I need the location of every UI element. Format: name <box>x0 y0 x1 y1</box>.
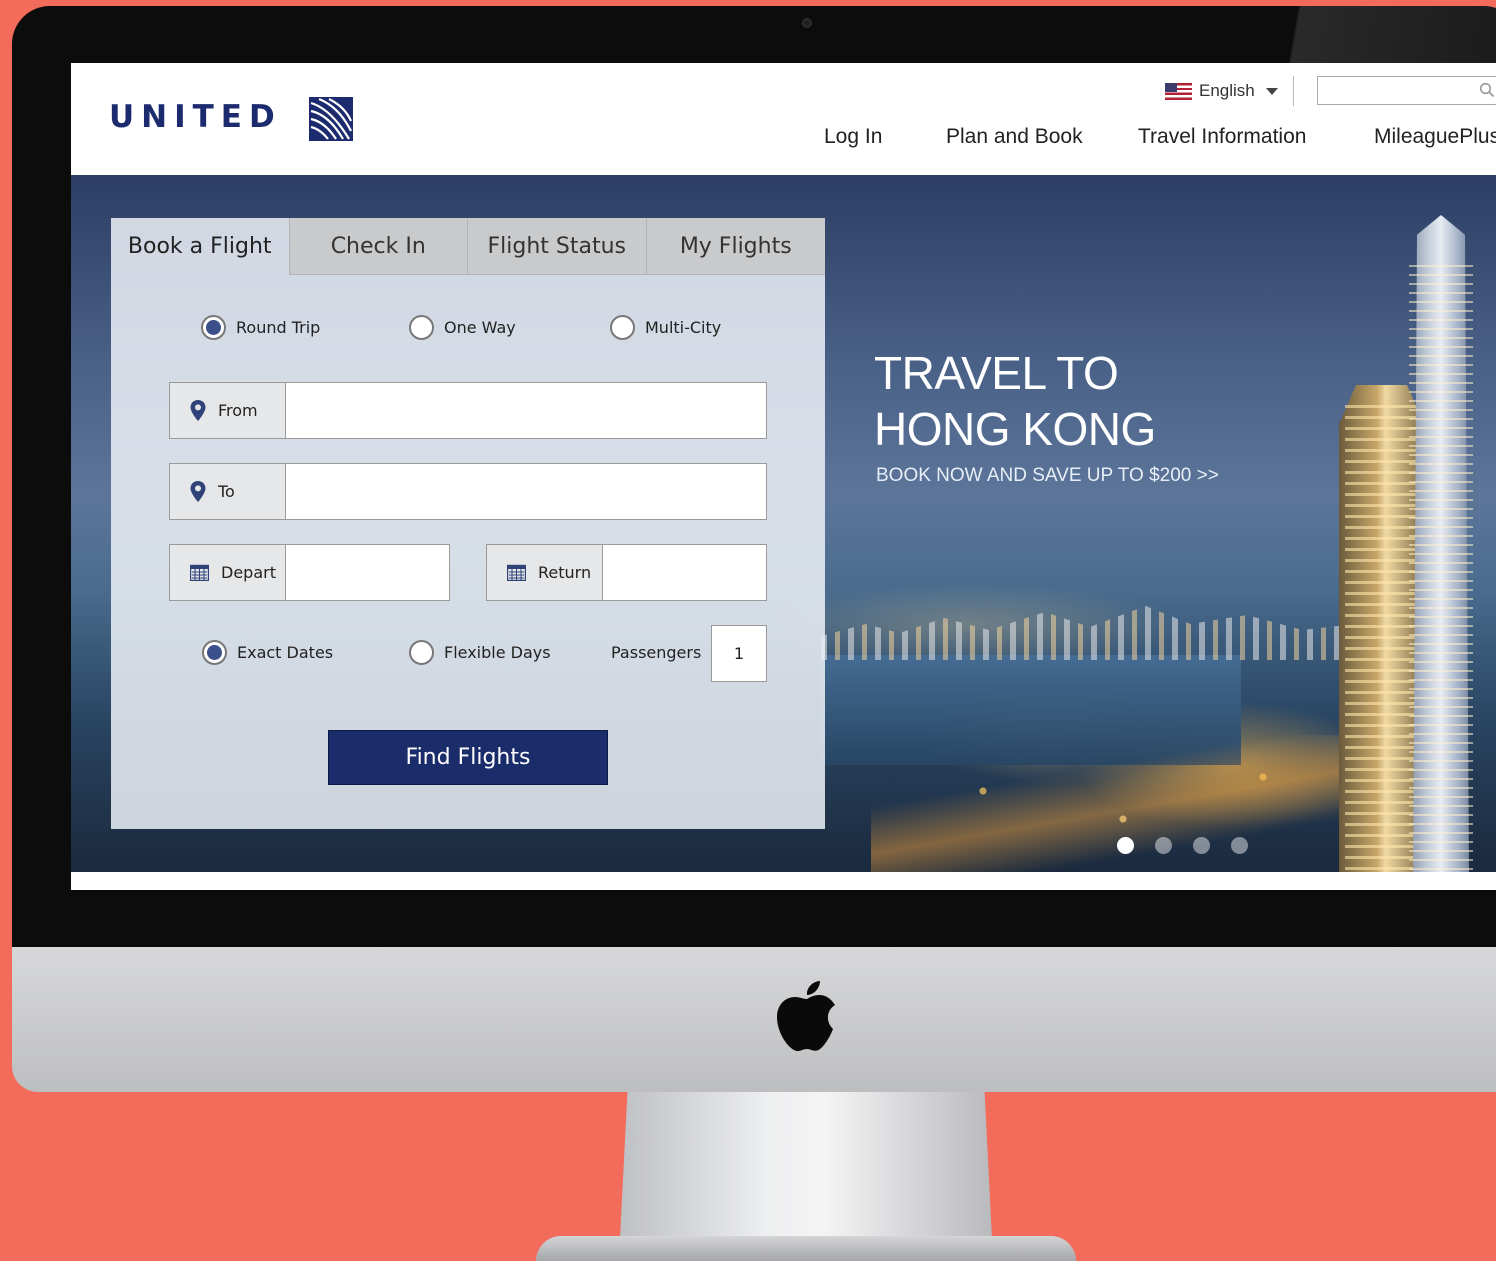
depart-label-text: Depart <box>221 563 276 582</box>
apple-logo-icon <box>777 981 835 1052</box>
radio-round-trip[interactable]: Round Trip <box>201 315 320 340</box>
nav-log-in[interactable]: Log In <box>824 125 882 149</box>
hero-cta-link[interactable]: BOOK NOW AND SAVE UP TO $200 >> <box>876 465 1219 487</box>
from-label-text: From <box>218 401 258 420</box>
to-input[interactable] <box>286 464 766 519</box>
tab-my-flights[interactable]: My Flights <box>646 218 825 275</box>
radio-selected-icon <box>201 315 226 340</box>
nav-travel-information[interactable]: Travel Information <box>1138 125 1306 149</box>
radio-multi-city[interactable]: Multi-City <box>610 315 721 340</box>
return-label-text: Return <box>538 563 592 582</box>
carousel-dot-1[interactable] <box>1117 837 1134 854</box>
building-lights <box>1345 405 1418 872</box>
carousel-dot-3[interactable] <box>1193 837 1210 854</box>
carousel-dot-2[interactable] <box>1155 837 1172 854</box>
radio-flexible-days[interactable]: Flexible Days <box>409 640 551 665</box>
carousel-dots <box>1117 837 1248 854</box>
location-pin-icon <box>190 481 206 502</box>
page-below-fold <box>71 872 1496 890</box>
passengers-label: Passengers <box>611 643 702 662</box>
to-label: To <box>170 464 286 519</box>
radio-label: Flexible Days <box>444 643 551 662</box>
radio-unselected-icon <box>409 315 434 340</box>
radio-one-way[interactable]: One Way <box>409 315 516 340</box>
passengers-input[interactable]: 1 <box>711 625 767 682</box>
return-input[interactable] <box>603 545 766 600</box>
radio-selected-icon <box>202 640 227 665</box>
hero-banner: TRAVEL TO HONG KONG BOOK NOW AND SAVE UP… <box>71 175 1496 872</box>
monitor-stand-base <box>536 1236 1076 1261</box>
bezel-reflection <box>1255 6 1496 66</box>
skyscraper-lights <box>1409 265 1473 872</box>
language-label: English <box>1199 81 1255 100</box>
booking-widget: Book a Flight Check In Flight Status My … <box>111 218 825 829</box>
search-icon[interactable] <box>1479 82 1495 98</box>
camera-icon <box>802 18 812 28</box>
carousel-dot-4[interactable] <box>1231 837 1248 854</box>
site-header: UNITED English Log In Plan and Book Trav… <box>71 63 1496 175</box>
radio-label: Multi-City <box>645 318 722 337</box>
from-input[interactable] <box>286 383 766 438</box>
radio-unselected-icon <box>409 640 434 665</box>
from-field[interactable]: From <box>169 382 767 439</box>
tab-book-a-flight[interactable]: Book a Flight <box>111 218 290 275</box>
return-label: Return <box>487 545 603 600</box>
united-globe-icon[interactable] <box>309 97 353 141</box>
nav-mileageplus[interactable]: MileaguePlus <box>1374 125 1496 149</box>
radio-label: Exact Dates <box>237 643 334 662</box>
to-label-text: To <box>218 482 235 501</box>
depart-label: Depart <box>170 545 286 600</box>
calendar-icon <box>507 564 526 581</box>
screen: UNITED English Log In Plan and Book Trav… <box>71 63 1496 890</box>
tab-flight-status[interactable]: Flight Status <box>468 218 647 275</box>
location-pin-icon <box>190 400 206 421</box>
trip-type-options: Round Trip One Way Multi-City <box>111 315 825 345</box>
to-field[interactable]: To <box>169 463 767 520</box>
from-label: From <box>170 383 286 438</box>
find-flights-button[interactable]: Find Flights <box>328 730 608 785</box>
chevron-down-icon <box>1265 87 1278 95</box>
hero-title: TRAVEL TO HONG KONG <box>874 347 1156 455</box>
radio-unselected-icon <box>610 315 635 340</box>
united-logo-text[interactable]: UNITED <box>109 99 282 135</box>
booking-tabs: Book a Flight Check In Flight Status My … <box>111 218 825 275</box>
calendar-icon <box>190 564 209 581</box>
radio-exact-dates[interactable]: Exact Dates <box>202 640 333 665</box>
radio-label: One Way <box>444 318 516 337</box>
us-flag-icon <box>1165 82 1192 100</box>
depart-field[interactable]: Depart <box>169 544 450 601</box>
language-selector[interactable]: English <box>1165 79 1278 103</box>
tab-check-in[interactable]: Check In <box>289 218 468 275</box>
nav-plan-and-book[interactable]: Plan and Book <box>946 125 1083 149</box>
return-field[interactable]: Return <box>486 544 767 601</box>
monitor-chin <box>12 947 1496 1092</box>
header-divider <box>1293 76 1294 106</box>
search-input[interactable] <box>1317 76 1496 105</box>
depart-input[interactable] <box>286 545 449 600</box>
radio-label: Round Trip <box>236 318 321 337</box>
